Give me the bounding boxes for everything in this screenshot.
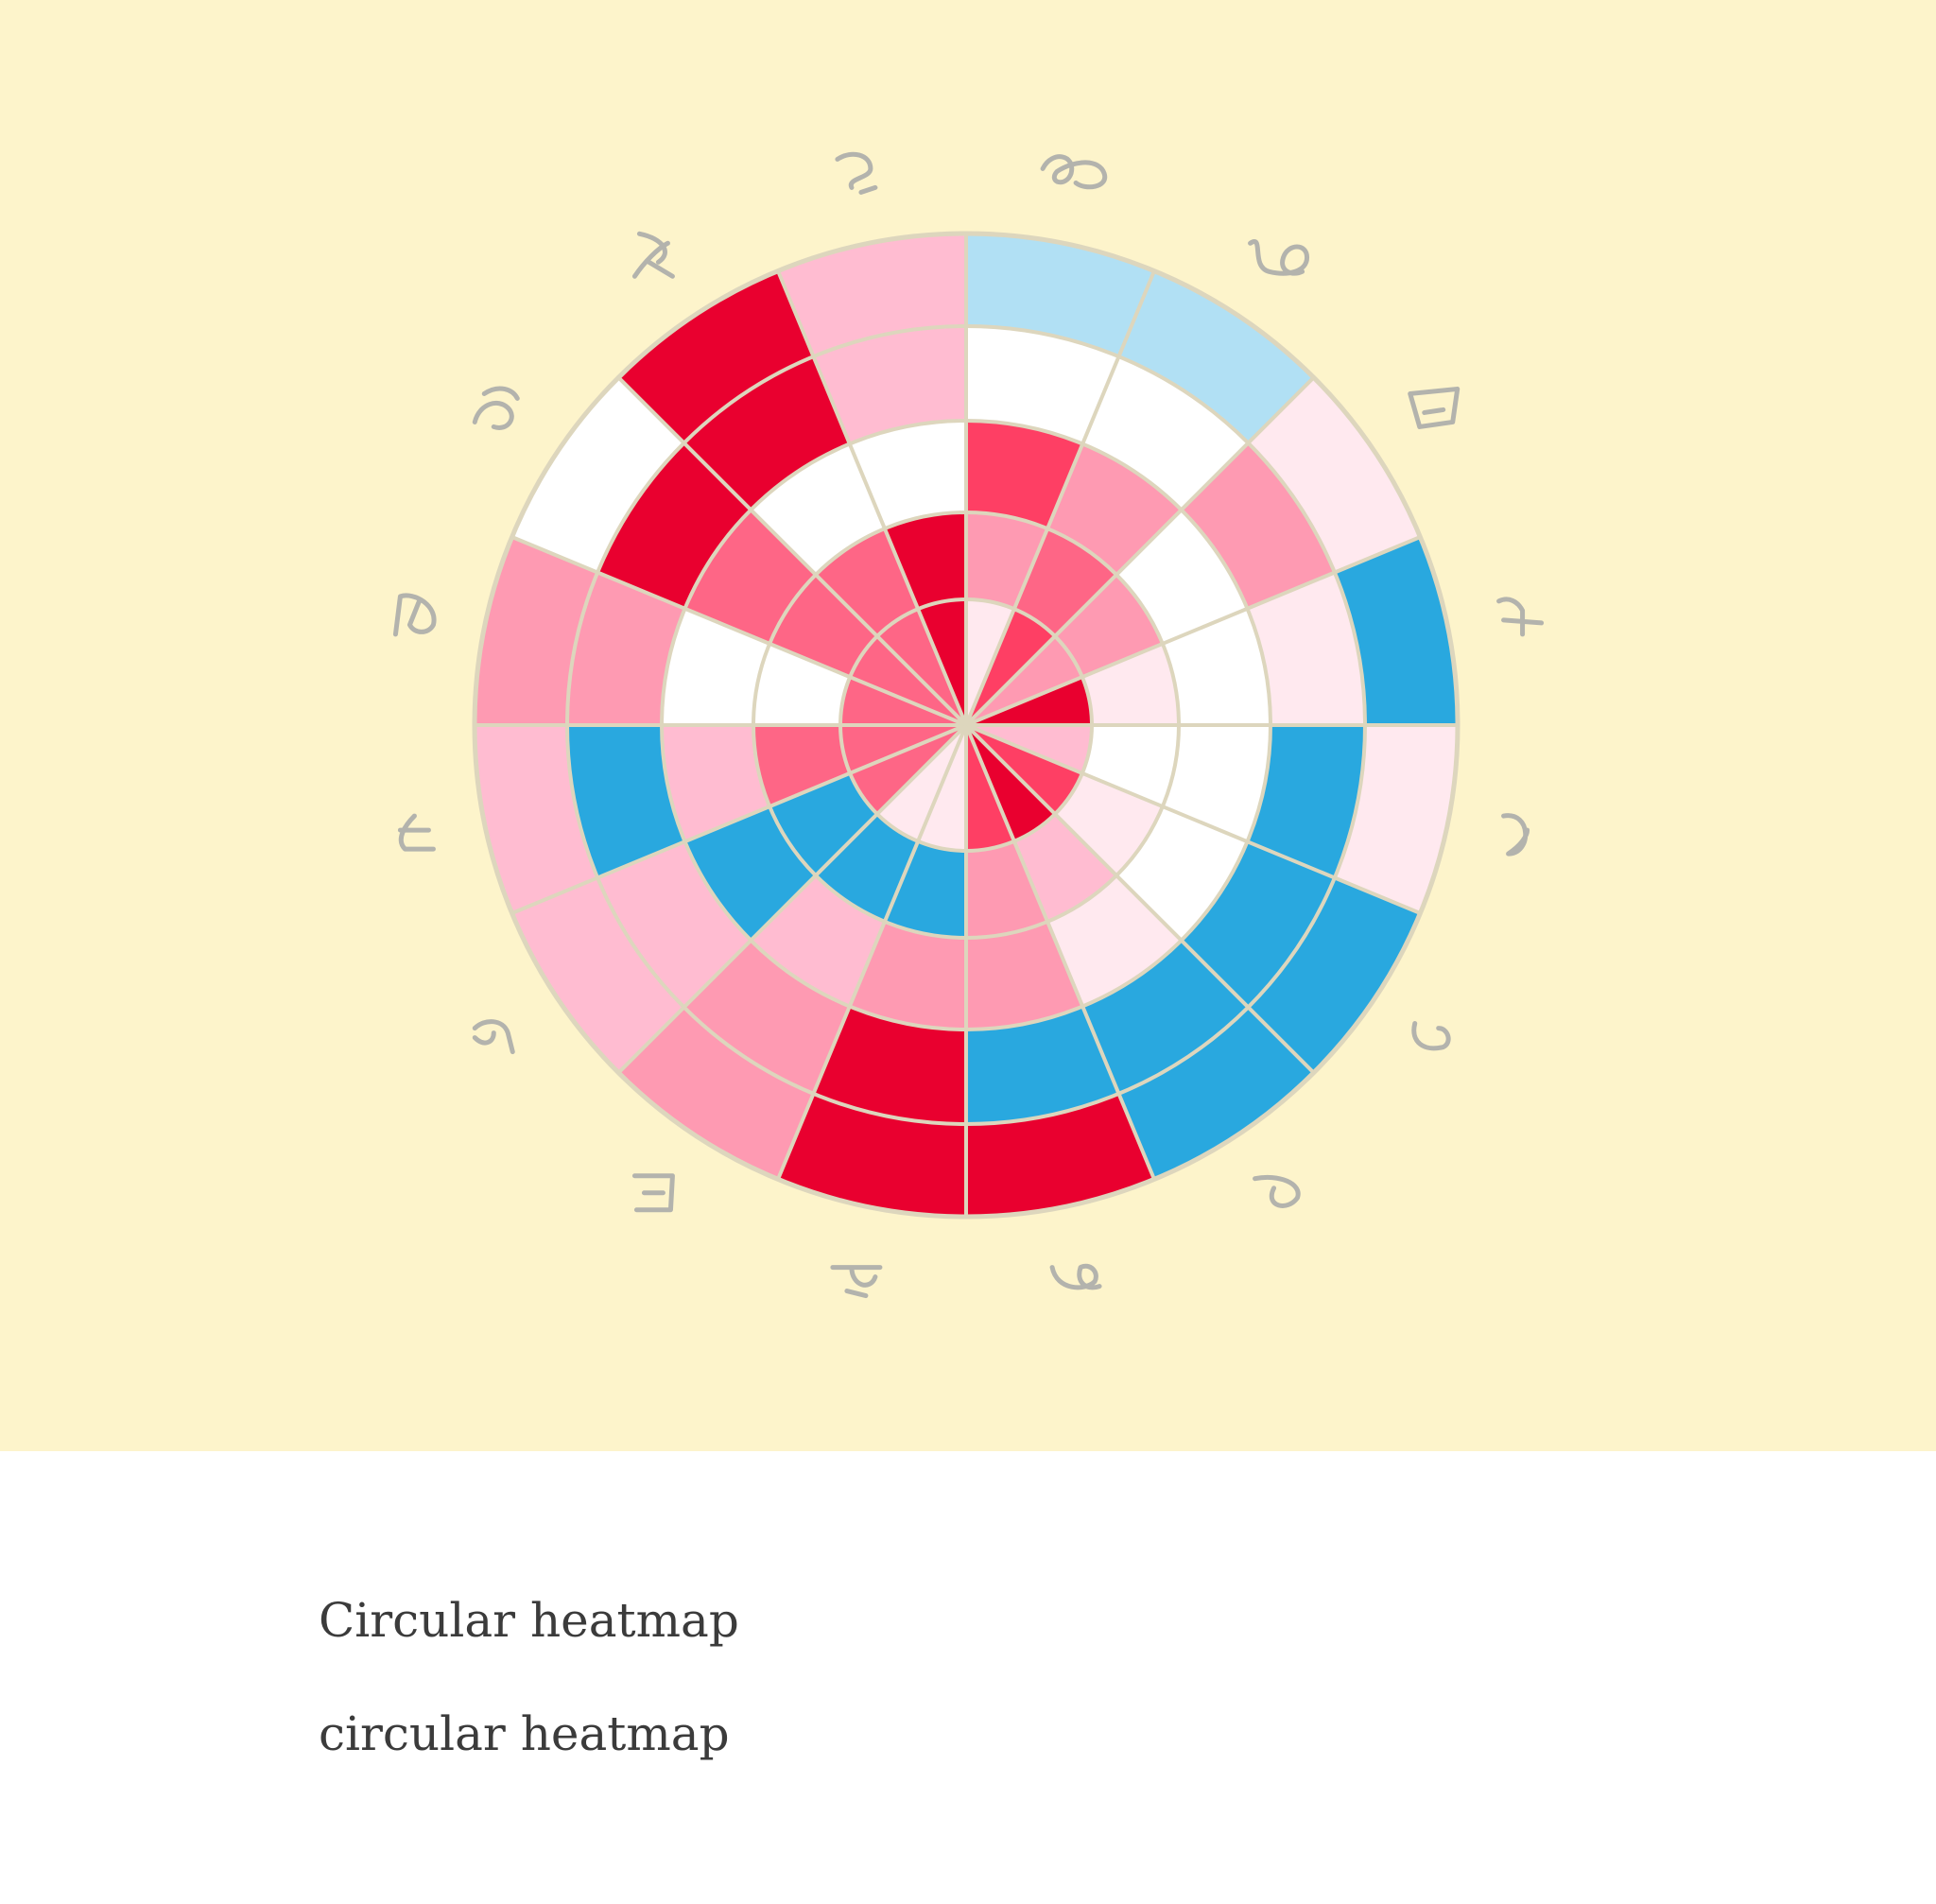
chart-caption-subtitle: circular heatmap (319, 1706, 730, 1761)
sector-label-8 (1049, 1263, 1102, 1290)
sector-label-11 (472, 1019, 515, 1055)
sector-label-4 (1496, 597, 1545, 637)
sector-label-9 (830, 1265, 883, 1299)
sector-label-5 (1501, 813, 1530, 857)
chart-caption-title: Circular heatmap (319, 1593, 739, 1648)
sector-label-16 (835, 151, 878, 195)
sector-label-7 (1253, 1175, 1301, 1208)
sector-label-2 (1248, 239, 1310, 276)
circular-heatmap (392, 151, 1545, 1299)
sector-label-10 (631, 1173, 675, 1213)
sector-label-3 (1408, 386, 1461, 429)
sector-label-12 (397, 813, 436, 852)
sector-label-1 (1040, 154, 1108, 190)
chart-panel (0, 0, 1936, 1451)
sector-label-6 (1411, 1021, 1451, 1051)
sector-label-13 (392, 593, 437, 637)
sector-label-15 (631, 231, 675, 279)
heatmap-grid (472, 231, 1461, 1220)
sector-label-14 (472, 386, 520, 430)
